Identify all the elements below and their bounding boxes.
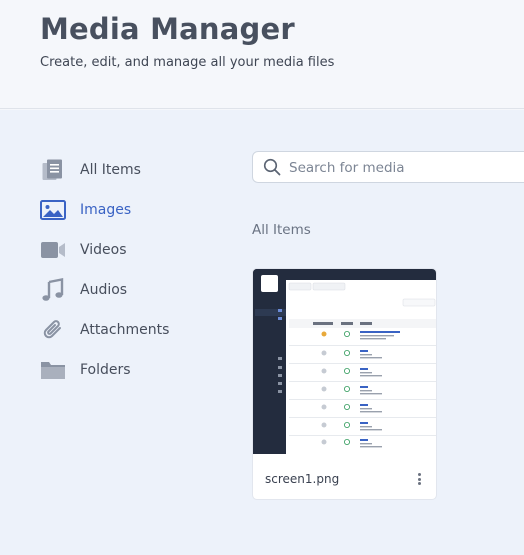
paperclip-icon: [40, 317, 66, 343]
search-input[interactable]: [289, 157, 519, 179]
folder-icon: [40, 357, 66, 383]
search-icon: [263, 158, 281, 180]
media-card[interactable]: screen1.png: [252, 268, 437, 500]
media-thumbnail[interactable]: [253, 269, 436, 454]
sidebar-item-label: Images: [80, 202, 132, 218]
video-icon: [40, 237, 66, 263]
section-heading: All Items: [252, 222, 311, 238]
more-options-icon[interactable]: [413, 471, 425, 487]
page-subtitle: Create, edit, and manage all your media …: [40, 55, 335, 70]
sidebar-item-label: All Items: [80, 162, 141, 178]
sidebar-item-images[interactable]: Images: [40, 192, 230, 228]
sidebar-item-audios[interactable]: Audios: [40, 272, 230, 308]
sidebar-item-all-items[interactable]: All Items: [40, 152, 230, 188]
page-title: Media Manager: [40, 12, 295, 46]
image-icon: [40, 197, 66, 223]
sidebar-item-videos[interactable]: Videos: [40, 232, 230, 268]
sidebar-item-label: Attachments: [80, 322, 170, 338]
sidebar-item-label: Folders: [80, 362, 131, 378]
media-filename: screen1.png: [265, 472, 340, 486]
sidebar-item-label: Audios: [80, 282, 128, 298]
sidebar-item-folders[interactable]: Folders: [40, 352, 230, 388]
music-note-icon: [40, 277, 66, 303]
search-box: [252, 151, 524, 183]
sidebar-item-attachments[interactable]: Attachments: [40, 312, 230, 348]
sidebar-item-label: Videos: [80, 242, 127, 258]
page-header: Media Manager Create, edit, and manage a…: [0, 0, 524, 109]
document-icon: [40, 157, 66, 183]
